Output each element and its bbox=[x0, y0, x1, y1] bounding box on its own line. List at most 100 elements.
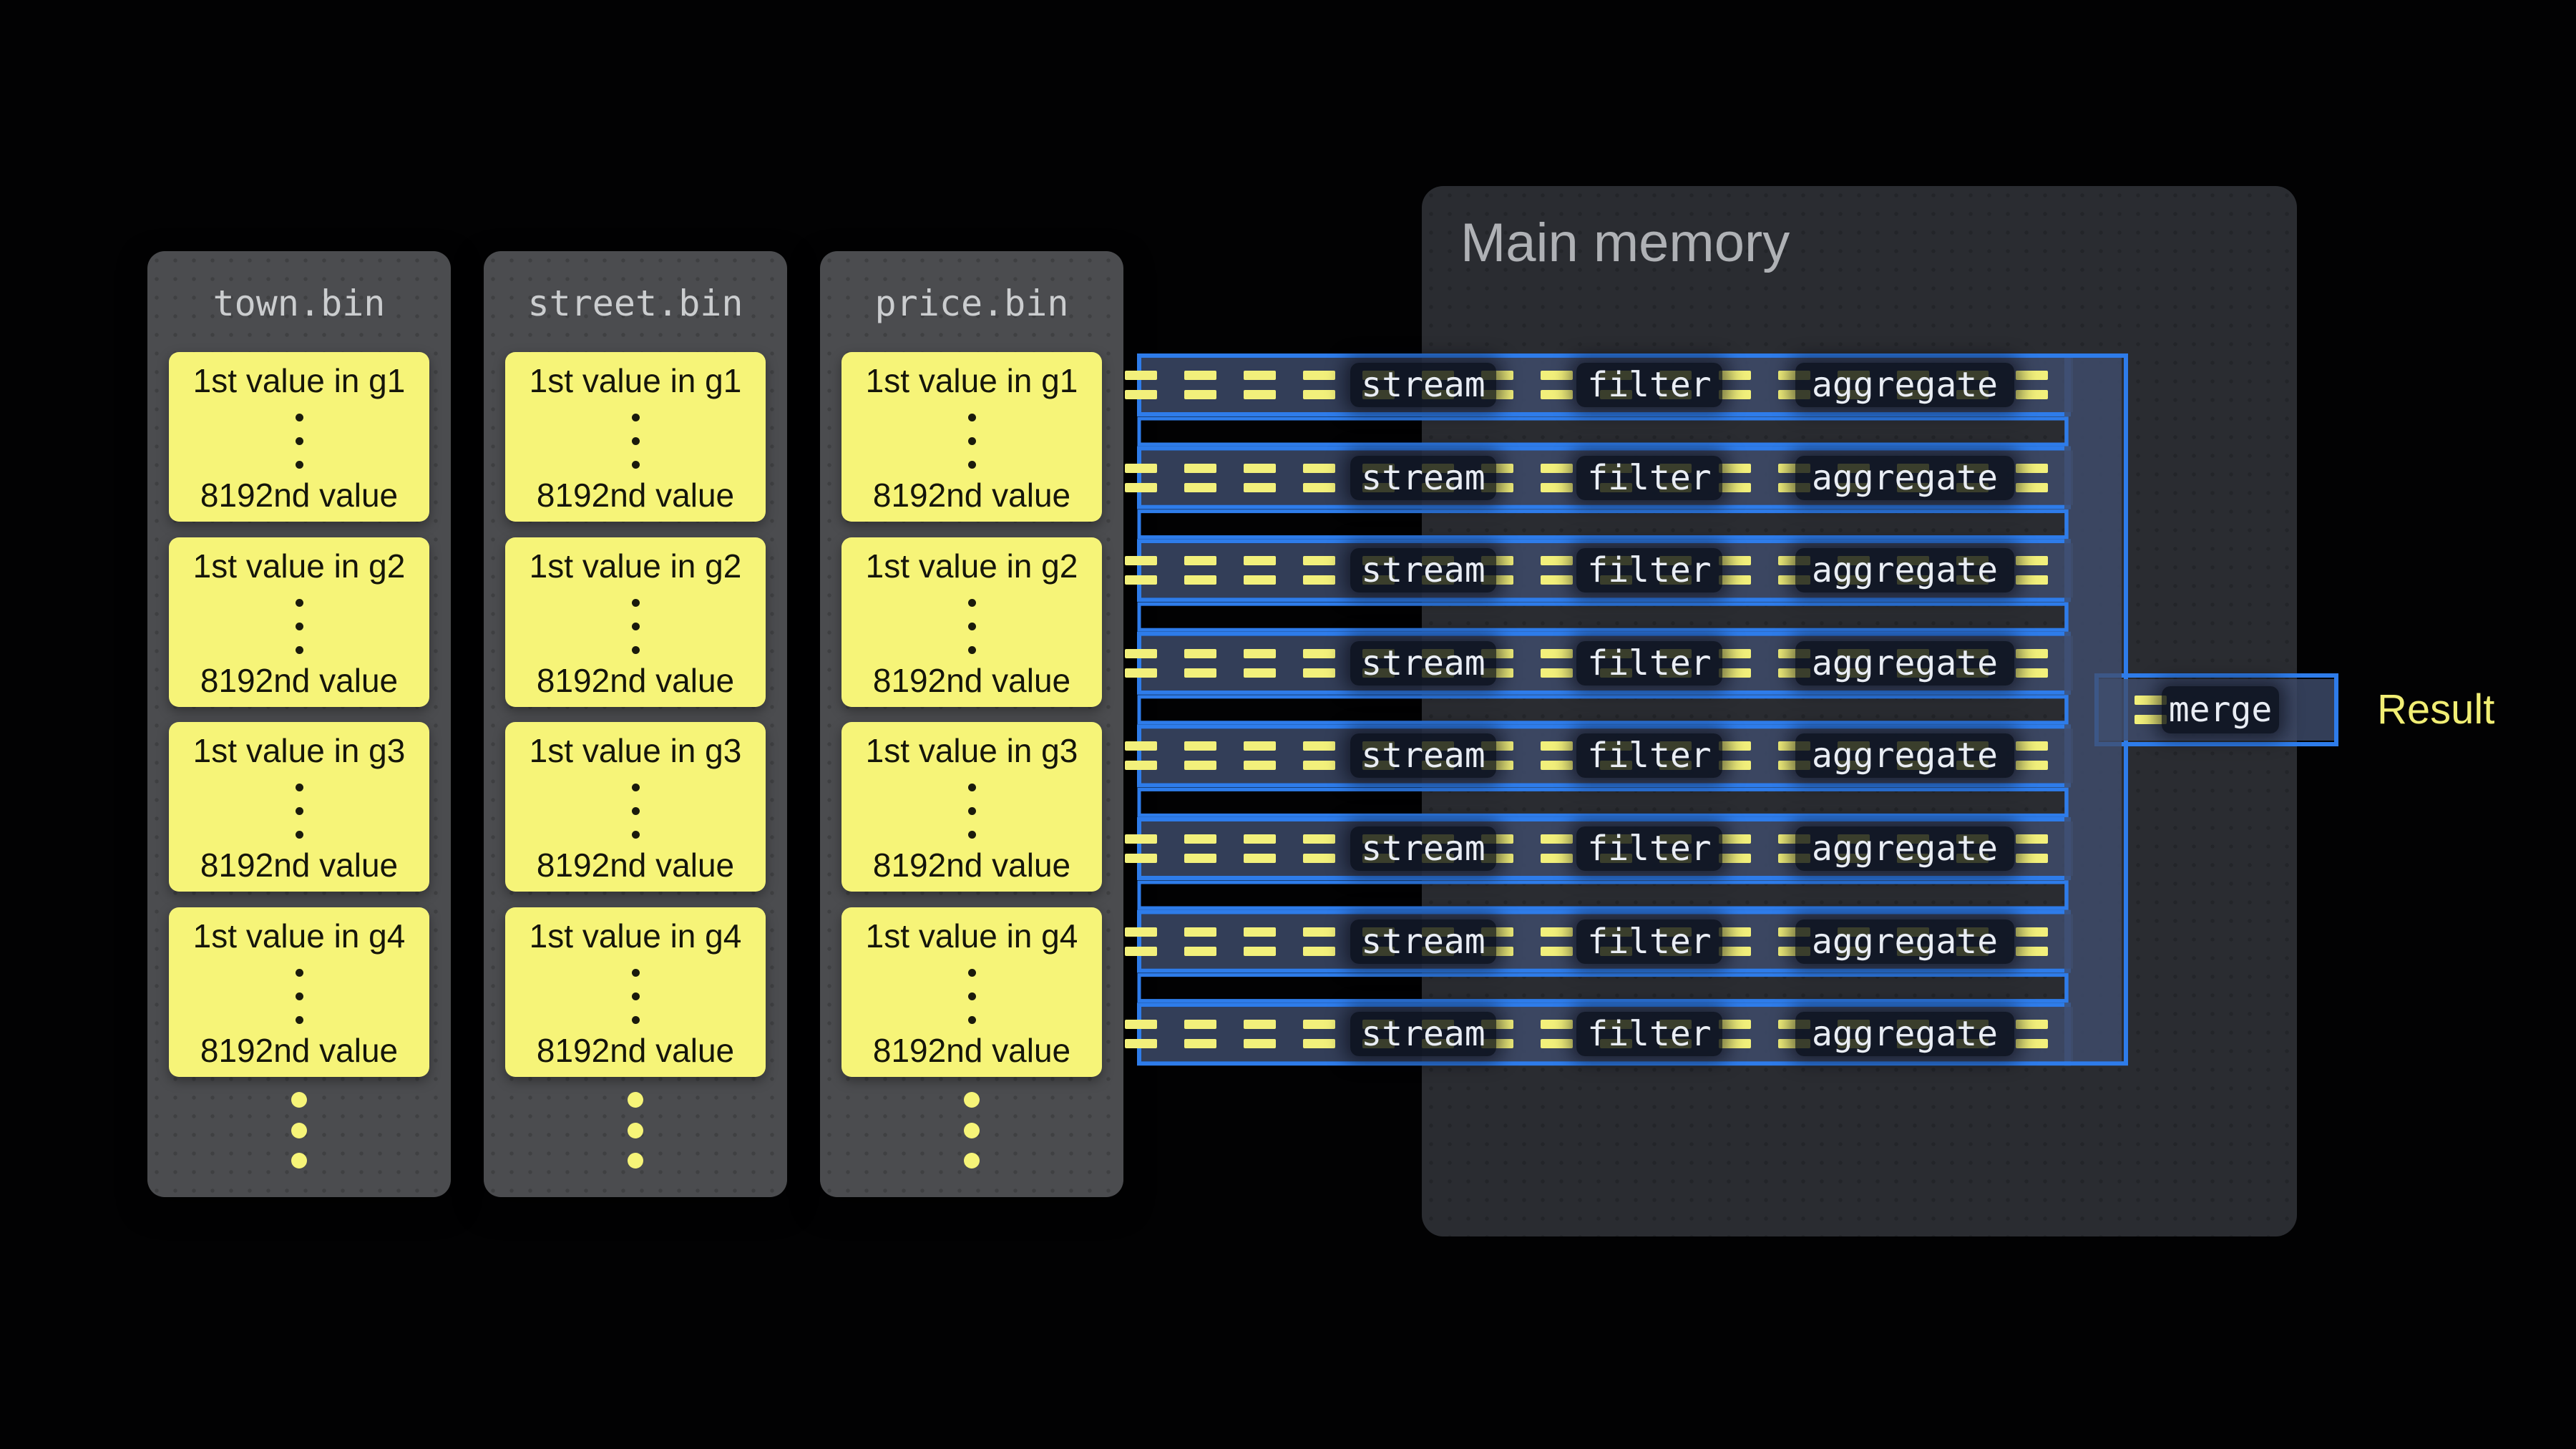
stage-box-aggregate: aggregate bbox=[1795, 641, 2014, 686]
flow-dash bbox=[1125, 464, 1157, 473]
flow-dash bbox=[1184, 556, 1216, 565]
flow-dash bbox=[1244, 1039, 1276, 1048]
flow-dash bbox=[1184, 483, 1216, 492]
stage-box-aggregate: aggregate bbox=[1795, 826, 2014, 871]
flow-dash bbox=[2016, 834, 2048, 844]
flow-dash bbox=[1125, 1020, 1157, 1029]
flow-dash bbox=[1184, 390, 1216, 399]
stage-box-stream: stream bbox=[1350, 919, 1496, 964]
flow-dash bbox=[1541, 947, 1573, 956]
flow-dash bbox=[1541, 390, 1573, 399]
flow-dash bbox=[1303, 741, 1335, 751]
flow-dash bbox=[1244, 556, 1276, 565]
flow-dash bbox=[1541, 854, 1573, 863]
flow-dash bbox=[2016, 390, 2048, 399]
flow-dash bbox=[2016, 947, 2048, 956]
stage-box-stream: stream bbox=[1350, 1012, 1496, 1056]
stage-box-label: filter bbox=[1587, 643, 1711, 683]
stage-box-label: stream bbox=[1361, 643, 1485, 683]
flow-dash bbox=[1244, 927, 1276, 937]
stage-box-label: filter bbox=[1587, 365, 1711, 405]
flow-dash bbox=[2016, 668, 2048, 678]
stage-box-stream: stream bbox=[1350, 641, 1496, 686]
flow-dash bbox=[1125, 556, 1157, 565]
flow-dash bbox=[2016, 1039, 2048, 1048]
flow-dash bbox=[1541, 575, 1573, 585]
stage-box-stream: stream bbox=[1350, 733, 1496, 778]
flow-dash bbox=[1184, 1039, 1216, 1048]
stage-box-filter: filter bbox=[1576, 548, 1722, 592]
flow-dash bbox=[1125, 371, 1157, 380]
flow-dash bbox=[1125, 575, 1157, 585]
flow-dash bbox=[1184, 575, 1216, 585]
stage-box-filter: filter bbox=[1576, 456, 1722, 500]
flow-dash bbox=[1303, 649, 1335, 658]
flow-dash bbox=[1719, 834, 1751, 844]
flow-dash bbox=[1719, 1020, 1751, 1029]
flow-dash bbox=[1541, 483, 1573, 492]
stage-box-aggregate: aggregate bbox=[1795, 733, 2014, 778]
flow-dash bbox=[1303, 854, 1335, 863]
result-label: Result bbox=[2377, 687, 2494, 733]
flow-dash bbox=[1719, 556, 1751, 565]
spine-fill bbox=[2064, 358, 2122, 1061]
flow-dash bbox=[1125, 668, 1157, 678]
flow-dash bbox=[1184, 741, 1216, 751]
flow-dash bbox=[1719, 1039, 1751, 1048]
flow-dash bbox=[1719, 741, 1751, 751]
flow-dash bbox=[1184, 464, 1216, 473]
stage-box-aggregate: aggregate bbox=[1795, 363, 2014, 407]
stage-box-stream: stream bbox=[1350, 548, 1496, 592]
stage-box-label: stream bbox=[1361, 365, 1485, 405]
flow-dash bbox=[2016, 483, 2048, 492]
flow-dash bbox=[1244, 947, 1276, 956]
flow-dash bbox=[1125, 834, 1157, 844]
flow-dash bbox=[1125, 741, 1157, 751]
flow-dash bbox=[1303, 390, 1335, 399]
stage-box-label: filter bbox=[1587, 458, 1711, 498]
flow-dash bbox=[1244, 371, 1276, 380]
flow-dash bbox=[1303, 834, 1335, 844]
stage-box-filter: filter bbox=[1576, 733, 1722, 778]
flow-dash bbox=[1719, 761, 1751, 770]
flow-dash bbox=[1184, 668, 1216, 678]
flow-dash bbox=[1541, 649, 1573, 658]
flow-dash bbox=[1244, 834, 1276, 844]
stage-box-label: aggregate bbox=[1812, 922, 1998, 962]
stage-box-filter: filter bbox=[1576, 363, 1722, 407]
flow-dash bbox=[1541, 668, 1573, 678]
flow-dash bbox=[1244, 854, 1276, 863]
flow-dash bbox=[1303, 483, 1335, 492]
stage-box-label: filter bbox=[1587, 922, 1711, 962]
stage-box-label: filter bbox=[1587, 1014, 1711, 1054]
flow-dash bbox=[1303, 556, 1335, 565]
flow-dash bbox=[1541, 1039, 1573, 1048]
queue-outline bbox=[1139, 419, 2067, 444]
flow-dash bbox=[1244, 575, 1276, 585]
flow-dash bbox=[1541, 556, 1573, 565]
flow-dash bbox=[1541, 741, 1573, 751]
flow-dash bbox=[2016, 927, 2048, 937]
merge-operator-label: merge bbox=[2169, 690, 2273, 730]
flow-dash bbox=[1541, 371, 1573, 380]
merge-operator-box: merge bbox=[2162, 686, 2279, 733]
flow-dash bbox=[2016, 464, 2048, 473]
stage-box-label: aggregate bbox=[1812, 829, 1998, 869]
flow-dash bbox=[1244, 649, 1276, 658]
flow-dash bbox=[2016, 854, 2048, 863]
queue-outline bbox=[1139, 975, 2067, 1001]
flow-dash bbox=[1184, 649, 1216, 658]
flow-dash bbox=[1184, 947, 1216, 956]
queue-outline bbox=[1139, 512, 2067, 537]
flow-dash bbox=[1303, 927, 1335, 937]
flow-dash bbox=[1303, 464, 1335, 473]
flow-dash bbox=[1719, 854, 1751, 863]
flow-dash bbox=[1244, 1020, 1276, 1029]
flow-dash bbox=[1184, 761, 1216, 770]
flow-dash bbox=[1184, 371, 1216, 380]
stage-box-label: aggregate bbox=[1812, 1014, 1998, 1054]
stage-box-label: stream bbox=[1361, 829, 1485, 869]
flow-dash bbox=[1719, 927, 1751, 937]
stage-box-filter: filter bbox=[1576, 641, 1722, 686]
flow-dash bbox=[1244, 741, 1276, 751]
